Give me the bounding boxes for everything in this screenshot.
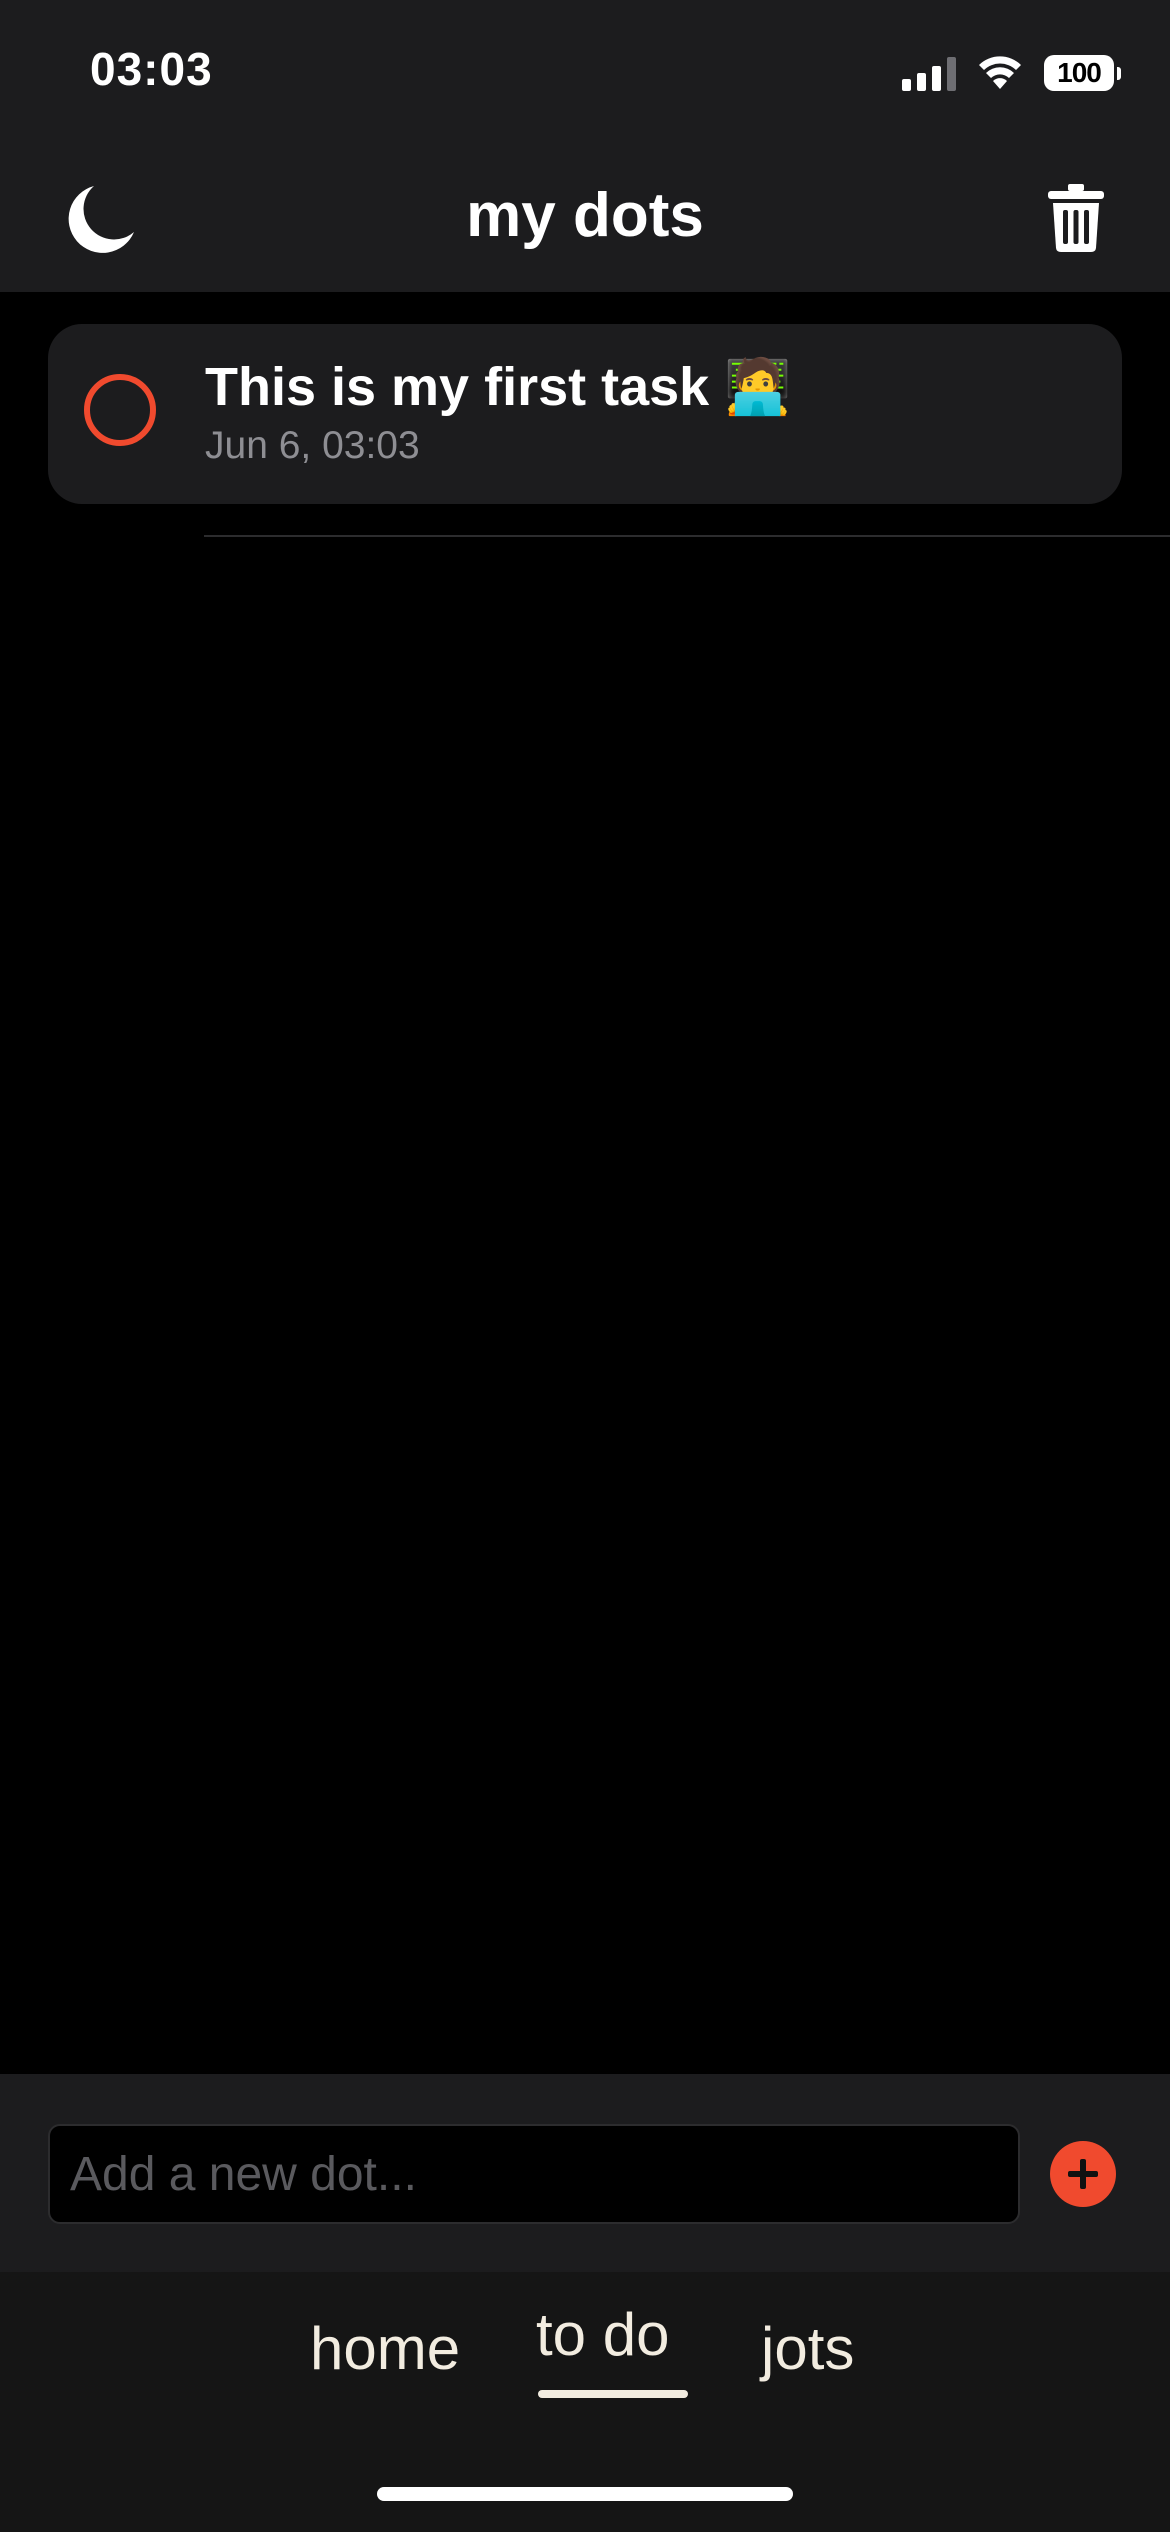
plus-icon — [1068, 2159, 1098, 2189]
task-date: Jun 6, 03:03 — [205, 424, 420, 467]
delete-all-button[interactable] — [1034, 176, 1118, 260]
task-complete-checkbox[interactable] — [84, 374, 156, 446]
battery-level: 100 — [1057, 57, 1102, 88]
cellular-signal-icon — [902, 55, 956, 91]
home-indicator — [377, 2487, 793, 2501]
task-item[interactable]: This is my first task 🧑‍💻 Jun 6, 03:03 — [48, 324, 1122, 504]
wifi-icon — [978, 55, 1022, 91]
tab-todo[interactable]: to do — [536, 2300, 669, 2369]
active-tab-indicator — [538, 2390, 688, 2398]
tab-home[interactable]: home — [310, 2314, 460, 2383]
header: my dots — [0, 150, 1170, 292]
battery-icon: 100 — [1044, 55, 1121, 91]
status-icons: 100 — [902, 50, 1121, 96]
task-title: This is my first task 🧑‍💻 — [205, 357, 792, 417]
trash-icon — [1048, 184, 1104, 252]
page-title: my dots — [466, 181, 704, 250]
tab-jots[interactable]: jots — [761, 2314, 854, 2383]
status-time: 03:03 — [90, 43, 213, 95]
list-divider — [204, 535, 1170, 537]
add-dot-button[interactable] — [1050, 2141, 1116, 2207]
new-dot-input[interactable] — [48, 2124, 1020, 2224]
composer-bar — [0, 2074, 1170, 2272]
